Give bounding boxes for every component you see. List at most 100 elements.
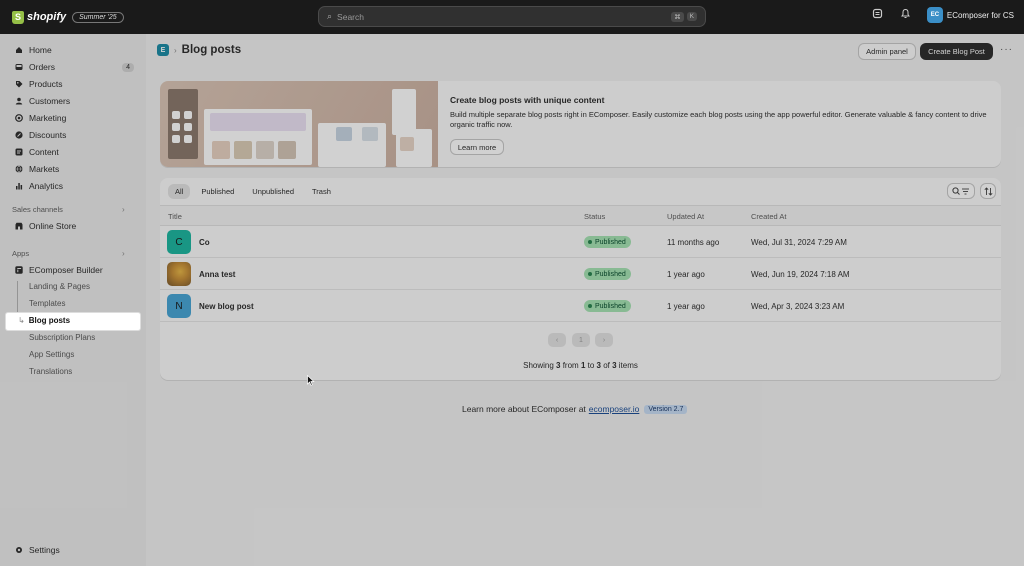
sidebar-item-label: Marketing [29, 113, 67, 123]
sidebar-item-label: Markets [29, 164, 60, 174]
sort-button[interactable] [980, 183, 996, 199]
admin-panel-button[interactable]: Admin panel [858, 43, 916, 60]
tab-published[interactable]: Published [194, 184, 241, 199]
created-at: Wed, Jul 31, 2024 7:29 AM [751, 238, 847, 247]
search-filter-icon [952, 186, 969, 195]
tab-trash[interactable]: Trash [305, 184, 338, 199]
page-number-button[interactable]: 1 [572, 333, 590, 347]
sidebar-subitem-landing-pages[interactable]: Landing & Pages [29, 282, 90, 291]
sidebar-item-settings[interactable]: Settings [8, 542, 138, 558]
status-badge: Published [584, 236, 631, 248]
post-title[interactable]: Anna test [199, 270, 235, 279]
sidebar-item-label: Orders [29, 62, 55, 72]
sidebar-item-label: EComposer Builder [29, 265, 103, 275]
top-right-actions: EC EComposer for CS [871, 7, 1014, 23]
column-title: Title [168, 212, 182, 221]
store-name: EComposer for CS [946, 10, 1014, 20]
chevron-right-icon[interactable]: › [122, 249, 125, 258]
table-header: Title Status Updated At Created At [160, 205, 1001, 226]
ecomposer-link[interactable]: ecomposer.io [589, 404, 640, 414]
sidebar-item-content[interactable]: Content [8, 144, 138, 160]
blog-posts-card: All Published Unpublished Trash Title St… [160, 178, 1001, 380]
search-placeholder: Search [337, 11, 364, 22]
edition-badge[interactable]: Summer '25 [72, 11, 124, 23]
created-at: Wed, Jun 19, 2024 7:18 AM [751, 270, 850, 279]
sidebar-item-markets[interactable]: Markets [8, 161, 138, 177]
pagination-summary: Showing 3 from 1 to 3 of 3 items [523, 361, 638, 370]
create-blog-post-button[interactable]: Create Blog Post [920, 43, 993, 60]
post-title[interactable]: Co [199, 238, 210, 247]
learn-more-button[interactable]: Learn more [450, 139, 504, 155]
discount-icon [14, 131, 23, 140]
sidebar-item-marketing[interactable]: Marketing [8, 110, 138, 126]
sidebar-item-discounts[interactable]: Discounts [8, 127, 138, 143]
sort-icon [983, 186, 993, 196]
sidebar-item-label: Customers [29, 96, 71, 106]
sidebar-item-home[interactable]: Home [8, 42, 138, 58]
sales-channels-heading: Sales channels [12, 205, 63, 214]
status-badge: Published [584, 300, 631, 312]
search-filter-button[interactable] [947, 183, 975, 199]
store-menu[interactable]: EC EComposer for CS [926, 7, 1014, 23]
column-created-at: Created At [751, 212, 787, 221]
updated-at: 1 year ago [667, 270, 705, 279]
sidebar-item-customers[interactable]: Customers [8, 93, 138, 109]
sidebar-item-label: Discounts [29, 130, 67, 140]
sidebar-subitem-blog-posts[interactable]: ↳ Blog posts [18, 316, 70, 325]
status-label: Published [595, 270, 626, 278]
search-input[interactable]: ⌕ Search ⌘ K [318, 6, 706, 27]
sidebar-item-online-store[interactable]: Online Store [8, 218, 138, 234]
table-row[interactable]: Anna test Published 1 year ago Wed, Jun … [160, 258, 1001, 290]
table-row[interactable]: C Co Published 11 months ago Wed, Jul 31… [160, 226, 1001, 258]
column-updated-at: Updated At [667, 212, 705, 221]
sidebar-item-label: Blog posts [28, 316, 71, 325]
status-badge: Published [584, 268, 631, 280]
content-icon [14, 148, 23, 157]
column-status: Status [584, 212, 606, 221]
shopify-logo[interactable]: S shopify [12, 10, 67, 24]
sidebar-item-analytics[interactable]: Analytics [8, 178, 138, 194]
ecomposer-app-icon[interactable]: E [157, 44, 169, 56]
sidebar-subitem-templates[interactable]: Templates [29, 299, 65, 308]
bell-icon[interactable] [899, 8, 913, 22]
updated-at: 11 months ago [667, 238, 720, 247]
banner-description: Build multiple separate blog posts right… [450, 110, 987, 129]
sidebar-subitem-subscription-plans[interactable]: Subscription Plans [29, 333, 95, 342]
tree-branch-icon: ↳ [18, 316, 25, 325]
shortcut-key-cmd: ⌘ [671, 11, 684, 22]
footer-text: Learn more about EComposer at [462, 404, 586, 414]
page-title: Blog posts [181, 44, 242, 56]
tab-all[interactable]: All [168, 184, 191, 199]
status-dot-icon [588, 272, 592, 276]
table-row[interactable]: N New blog post Published 1 year ago Wed… [160, 290, 1001, 322]
post-title[interactable]: New blog post [199, 302, 254, 311]
sidebar-item-label: Content [29, 147, 59, 157]
banner-illustration [160, 81, 438, 167]
sidebar-item-label: Settings [29, 545, 60, 555]
mouse-cursor-icon [307, 374, 315, 388]
logo-text: shopify [27, 11, 67, 23]
status-dot-icon [588, 240, 592, 244]
sidebar-item-orders[interactable]: Orders 4 [8, 59, 138, 75]
sidebar-item-label: Analytics [29, 181, 64, 191]
next-page-button[interactable]: › [595, 333, 613, 347]
post-thumbnail: N [167, 294, 191, 318]
chevron-right-icon[interactable]: › [122, 205, 125, 214]
apps-heading: Apps [12, 249, 30, 258]
updated-at: 1 year ago [667, 302, 705, 311]
breadcrumb-chevron-icon: › [174, 45, 177, 55]
prev-page-button[interactable]: ‹ [548, 333, 566, 347]
created-at: Wed, Apr 3, 2024 3:23 AM [751, 302, 845, 311]
sidebar-subitem-app-settings[interactable]: App Settings [29, 350, 74, 359]
person-icon [14, 97, 23, 106]
search-icon: ⌕ [327, 11, 333, 21]
sidebar-item-products[interactable]: Products [8, 76, 138, 92]
store-avatar: EC [926, 7, 943, 23]
sidebar-item-ecomposer-builder[interactable]: EComposer Builder [8, 262, 138, 278]
sidekick-icon[interactable] [871, 8, 885, 22]
sidebar-subitem-translations[interactable]: Translations [29, 367, 72, 376]
tab-unpublished[interactable]: Unpublished [245, 184, 301, 199]
orders-count-badge: 4 [122, 62, 134, 72]
target-icon [14, 114, 23, 123]
more-actions-icon[interactable]: ··· [1000, 44, 1013, 55]
